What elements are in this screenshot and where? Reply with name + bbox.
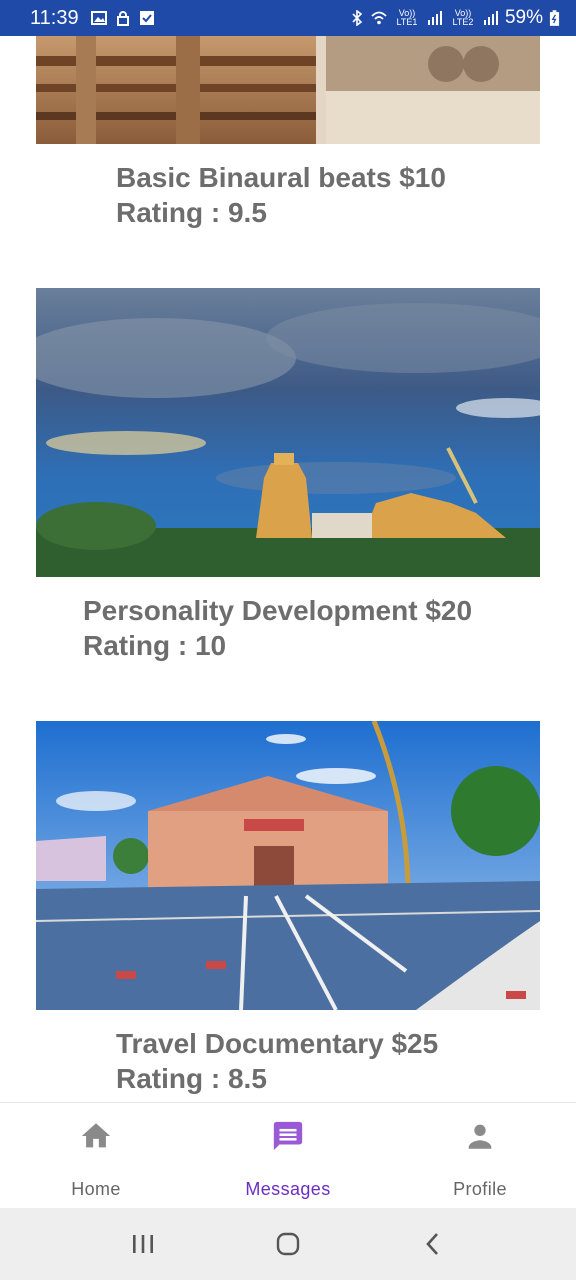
home-icon [81,1123,111,1148]
card-rating: Rating : 10 [83,630,227,661]
status-time: 11:39 [30,6,79,29]
temple-under-cloudy-sky-photo [36,288,540,577]
notification-icons [90,10,155,26]
card-image-temple-courtyard[interactable] [36,721,540,1010]
sim2-label: Vo)) LTE2 [452,8,474,27]
card-list[interactable]: Basic Binaural beats $10 Rating : 9.5 Pe… [0,36,576,1102]
signal-icon [483,11,498,25]
back-icon[interactable] [418,1229,448,1259]
nav-profile[interactable]: Profile [384,1103,576,1208]
bottom-navigation: Home Messages Profile [0,1102,576,1208]
card-title: Personality Development $20 [83,595,473,626]
person-icon [468,1124,492,1149]
recents-icon[interactable] [128,1229,158,1259]
card-image-temple-cloudy[interactable] [36,288,540,577]
temple-courtyard-photo [36,721,540,1010]
temple-ruins-photo [36,36,540,144]
battery-percent: 59% [504,7,543,28]
sim1-label: Vo)) LTE1 [396,8,418,27]
card-rating: Rating : 9.5 [116,197,267,228]
card-image-temple-ruins[interactable] [36,36,540,144]
nav-messages-label: Messages [245,1179,331,1199]
nav-messages[interactable]: Messages [192,1103,384,1208]
bluetooth-icon [352,10,363,26]
card-rating: Rating : 8.5 [116,1063,267,1094]
status-indicators: Vo)) LTE1 Vo)) LTE2 59% [349,7,560,29]
lock-icon [116,11,129,26]
wifi-icon [371,11,387,25]
signal-icon [427,11,442,25]
card-title: Travel Documentary $25 [116,1028,439,1059]
status-bar: 11:39 Vo)) LTE1 Vo)) LTE2 59% [0,0,576,36]
nav-home[interactable]: Home [0,1103,192,1208]
nav-home-label: Home [71,1179,121,1199]
image-icon [90,11,107,25]
home-circle-icon[interactable] [273,1229,303,1259]
message-icon [273,1121,303,1151]
checkbox-icon [139,11,154,25]
nav-profile-label: Profile [453,1179,507,1199]
battery-icon [549,9,560,26]
card-title: Basic Binaural beats $10 [116,162,446,193]
system-navigation-bar [0,1208,576,1280]
